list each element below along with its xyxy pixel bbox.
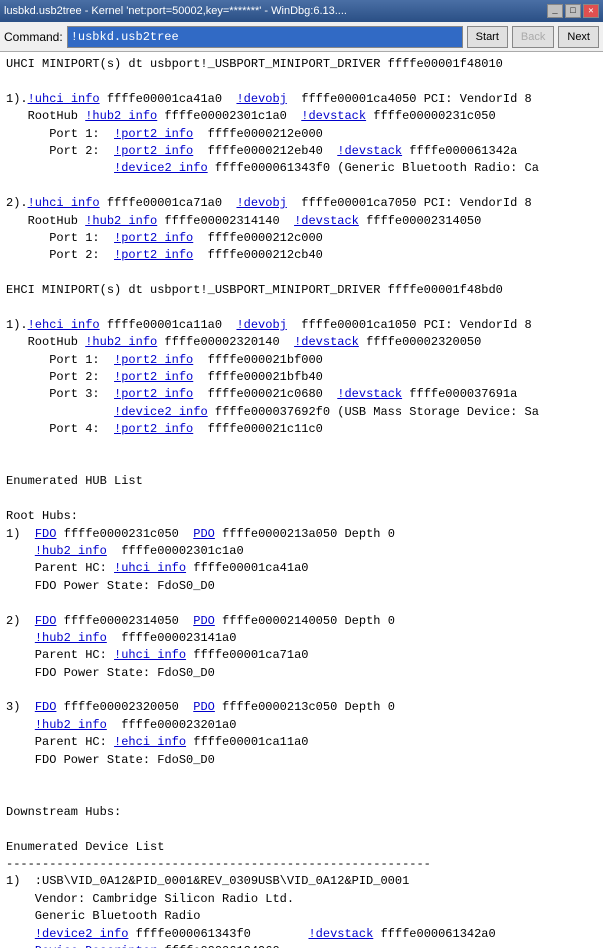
link-port2-info-3-1[interactable]: !port2 info [114, 353, 193, 367]
link-ehci-info-r3[interactable]: !ehci info [114, 735, 186, 749]
link-devstack-1[interactable]: !devstack [301, 109, 366, 123]
link-port2-info-3-2[interactable]: !port2 info [114, 370, 193, 384]
line-downstream-hubs: Downstream Hubs: [6, 805, 121, 819]
link-pdo-1[interactable]: PDO [193, 527, 215, 541]
back-button[interactable]: Back [512, 26, 554, 48]
title-bar-buttons: _ □ ✕ [547, 4, 599, 18]
line-enum-device: Enumerated Device List [6, 840, 164, 854]
link-devstack-3-3[interactable]: !devstack [337, 387, 402, 401]
link-hub2-info-3[interactable]: !hub2 info [85, 335, 157, 349]
link-ehci-info-1[interactable]: !ehci info [28, 318, 100, 332]
link-hub2-info-r3[interactable]: !hub2 info [35, 718, 107, 732]
close-button[interactable]: ✕ [583, 4, 599, 18]
link-devobj-2[interactable]: !devobj [236, 196, 286, 210]
line-root-hubs: Root Hubs: [6, 509, 78, 523]
link-hub2-info-r1[interactable]: !hub2 info [35, 544, 107, 558]
link-device-descriptor-d1[interactable]: Device Descriptor [35, 944, 157, 948]
line-enum-hub: Enumerated HUB List [6, 474, 143, 488]
link-devstack-2[interactable]: !devstack [294, 214, 359, 228]
link-port2-info-1-1[interactable]: !port2 info [114, 127, 193, 141]
command-input[interactable] [67, 26, 463, 48]
title-bar: lusbkd.usb2tree - Kernel 'net:port=50002… [0, 0, 603, 22]
line-uhci-header: UHCI MINIPORT(s) dt usbport!_USBPORT_MIN… [6, 57, 503, 71]
next-button[interactable]: Next [558, 26, 599, 48]
link-uhci-info-2[interactable]: !uhci info [28, 196, 100, 210]
link-port2-info-2-2[interactable]: !port2 info [114, 248, 193, 262]
link-device2-info-2[interactable]: !device2 info [114, 405, 208, 419]
link-pdo-3[interactable]: PDO [193, 700, 215, 714]
link-fdo-2[interactable]: FDO [35, 614, 57, 628]
line-ehci-header: EHCI MINIPORT(s) dt usbport!_USBPORT_MIN… [6, 283, 503, 297]
link-port2-info-3-4[interactable]: !port2 info [114, 422, 193, 436]
link-devstack-3[interactable]: !devstack [294, 335, 359, 349]
title-bar-text: lusbkd.usb2tree - Kernel 'net:port=50002… [4, 5, 547, 17]
content-area[interactable]: UHCI MINIPORT(s) dt usbport!_USBPORT_MIN… [0, 52, 603, 948]
link-hub2-info-r2[interactable]: !hub2 info [35, 631, 107, 645]
command-label: Command: [4, 30, 63, 44]
link-pdo-2[interactable]: PDO [193, 614, 215, 628]
maximize-button[interactable]: □ [565, 4, 581, 18]
link-hub2-info-2[interactable]: !hub2 info [85, 214, 157, 228]
link-devobj-1[interactable]: !devobj [236, 92, 286, 106]
link-fdo-3[interactable]: FDO [35, 700, 57, 714]
link-port2-info-1-2[interactable]: !port2 info [114, 144, 193, 158]
link-port2-info-2-1[interactable]: !port2 info [114, 231, 193, 245]
link-device2-info-1[interactable]: !device2 info [114, 161, 208, 175]
link-fdo-1[interactable]: FDO [35, 527, 57, 541]
content-text: UHCI MINIPORT(s) dt usbport!_USBPORT_MIN… [6, 56, 597, 948]
link-uhci-info-r1[interactable]: !uhci info [114, 561, 186, 575]
link-uhci-info-1[interactable]: !uhci info [28, 92, 100, 106]
link-devstack-d1[interactable]: !devstack [308, 927, 373, 941]
link-uhci-info-r2[interactable]: !uhci info [114, 648, 186, 662]
link-devstack-1-2[interactable]: !devstack [337, 144, 402, 158]
link-device2-info-d1[interactable]: !device2 info [35, 927, 129, 941]
toolbar: Command: Start Back Next [0, 22, 603, 52]
start-button[interactable]: Start [467, 26, 508, 48]
minimize-button[interactable]: _ [547, 4, 563, 18]
link-hub2-info-1[interactable]: !hub2 info [85, 109, 157, 123]
link-port2-info-3-3[interactable]: !port2 info [114, 387, 193, 401]
link-devobj-3[interactable]: !devobj [236, 318, 286, 332]
